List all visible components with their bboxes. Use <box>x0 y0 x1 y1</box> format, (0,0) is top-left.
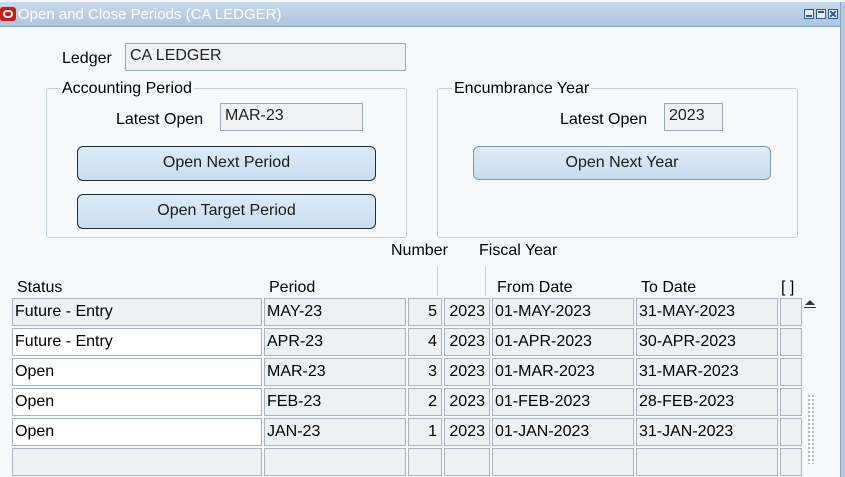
fiscal-year-cell[interactable]: 2023 <box>444 358 490 386</box>
open-target-period-button[interactable]: Open Target Period <box>77 194 376 229</box>
period-cell[interactable]: FEB-23 <box>264 388 406 416</box>
window: Open and Close Periods (CA LEDGER) Ledge… <box>0 0 845 477</box>
period-cell[interactable]: JAN-23 <box>264 418 406 446</box>
status-cell[interactable]: Open <box>12 358 262 386</box>
window-controls <box>804 9 838 19</box>
number-cell[interactable]: 5 <box>408 298 442 326</box>
flex-cell[interactable] <box>780 298 802 326</box>
header-fiscal-year: Fiscal Year <box>479 242 558 259</box>
status-cell[interactable]: Open <box>12 388 262 416</box>
period-cell[interactable]: APR-23 <box>264 328 406 356</box>
header-period: Period <box>269 279 316 296</box>
header-to-date: To Date <box>641 279 697 296</box>
window-title: Open and Close Periods (CA LEDGER) <box>18 6 282 23</box>
to-date-cell[interactable]: 30-APR-2023 <box>636 328 778 356</box>
flex-cell[interactable] <box>780 448 802 476</box>
scroll-up-line <box>804 307 816 308</box>
status-cell[interactable]: Future - Entry <box>12 328 262 356</box>
fiscal-year-cell[interactable]: 2023 <box>444 328 490 356</box>
flex-cell[interactable] <box>780 388 802 416</box>
ledger-field[interactable]: CA LEDGER <box>125 43 406 71</box>
status-cell[interactable]: Future - Entry <box>12 298 262 326</box>
open-next-year-button[interactable]: Open Next Year <box>473 146 771 180</box>
maximize-icon[interactable] <box>816 9 826 19</box>
encumbrance-latest-open-label: Latest Open <box>560 111 648 128</box>
window-right-border <box>840 2 845 477</box>
to-date-cell[interactable]: 28-FEB-2023 <box>636 388 778 416</box>
encumbrance-latest-open-field[interactable]: 2023 <box>664 103 723 131</box>
from-date-cell[interactable]: 01-JAN-2023 <box>492 418 634 446</box>
close-icon[interactable] <box>828 9 838 19</box>
from-date-cell[interactable]: 01-MAR-2023 <box>492 358 634 386</box>
ledger-label: Ledger <box>62 50 112 67</box>
open-next-period-button[interactable]: Open Next Period <box>77 146 376 181</box>
period-cell[interactable] <box>264 448 406 476</box>
accounting-latest-open-label: Latest Open <box>116 111 204 128</box>
oracle-icon <box>0 7 16 21</box>
to-date-cell[interactable] <box>636 448 778 476</box>
table-scrollbar[interactable] <box>803 296 819 477</box>
status-cell[interactable] <box>12 448 262 476</box>
header-divider <box>485 266 486 296</box>
minimize-icon[interactable] <box>804 9 814 19</box>
number-cell[interactable]: 2 <box>408 388 442 416</box>
fiscal-year-cell[interactable]: 2023 <box>444 388 490 416</box>
header-number: Number <box>391 242 448 259</box>
encumbrance-year-title: Encumbrance Year <box>452 80 592 98</box>
from-date-cell[interactable] <box>492 448 634 476</box>
period-cell[interactable]: MAY-23 <box>264 298 406 326</box>
title-bar: Open and Close Periods (CA LEDGER) <box>0 2 840 27</box>
header-from-date: From Date <box>497 279 573 296</box>
from-date-cell[interactable]: 01-MAY-2023 <box>492 298 634 326</box>
to-date-cell[interactable]: 31-MAR-2023 <box>636 358 778 386</box>
flex-cell[interactable] <box>780 358 802 386</box>
header-divider <box>437 266 438 296</box>
fiscal-year-cell[interactable]: 2023 <box>444 298 490 326</box>
flex-cell[interactable] <box>780 328 802 356</box>
from-date-cell[interactable]: 01-FEB-2023 <box>492 388 634 416</box>
number-cell[interactable] <box>408 448 442 476</box>
number-cell[interactable]: 3 <box>408 358 442 386</box>
from-date-cell[interactable]: 01-APR-2023 <box>492 328 634 356</box>
scroll-up-icon[interactable] <box>805 300 815 305</box>
header-flex-field[interactable]: [ ] <box>781 279 794 297</box>
fiscal-year-cell[interactable]: 2023 <box>444 418 490 446</box>
number-cell[interactable]: 1 <box>408 418 442 446</box>
fiscal-year-cell[interactable] <box>444 448 490 476</box>
accounting-latest-open-field[interactable]: MAR-23 <box>220 103 363 131</box>
status-cell[interactable]: Open <box>12 418 262 446</box>
to-date-cell[interactable]: 31-MAY-2023 <box>636 298 778 326</box>
number-cell[interactable]: 4 <box>408 328 442 356</box>
flex-cell[interactable] <box>780 418 802 446</box>
to-date-cell[interactable]: 31-JAN-2023 <box>636 418 778 446</box>
accounting-period-title: Accounting Period <box>60 80 194 98</box>
scroll-grip[interactable] <box>807 394 815 464</box>
header-status: Status <box>17 279 63 296</box>
period-cell[interactable]: MAR-23 <box>264 358 406 386</box>
